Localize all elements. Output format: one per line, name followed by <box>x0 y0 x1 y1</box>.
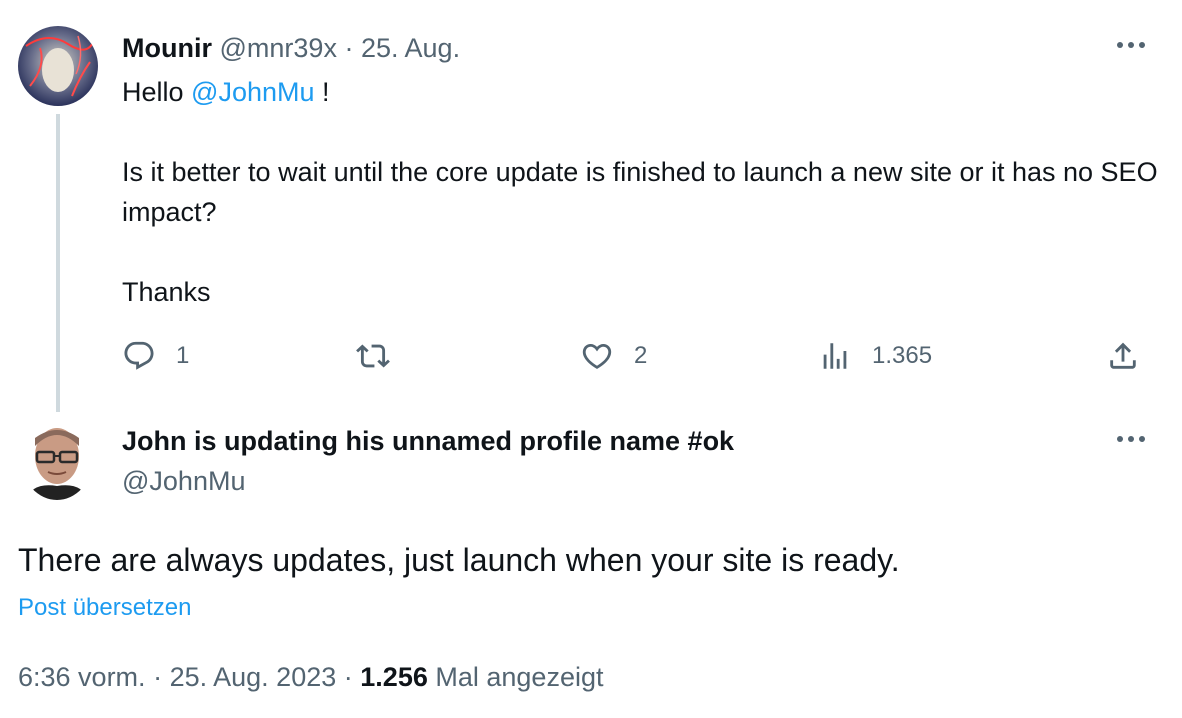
repost-icon <box>356 344 390 368</box>
avatar-mounir[interactable] <box>18 26 98 106</box>
footer-separator-2: · <box>343 662 353 692</box>
heart-icon <box>582 343 612 369</box>
reply-icon <box>124 341 154 370</box>
views-count: 1.365 <box>872 342 933 369</box>
author-handle[interactable]: @mnr39x <box>220 33 337 63</box>
views-button[interactable]: 1.365 <box>818 334 932 378</box>
thread-line <box>56 114 60 412</box>
author-handle-john[interactable]: @JohnMu <box>122 462 245 500</box>
views-total: 1.256 <box>360 662 428 692</box>
tweet-footer: 6:36 vorm. · 25. Aug. 2023 · 1.256 Mal a… <box>18 658 603 696</box>
header-separator: · <box>344 33 354 63</box>
more-options-button-2[interactable] <box>1111 429 1151 449</box>
views-label: Mal angezeigt <box>435 662 604 692</box>
author-name[interactable]: Mounir <box>122 33 212 63</box>
more-icon <box>1117 42 1145 48</box>
translate-link[interactable]: Post übersetzen <box>18 592 191 624</box>
like-button[interactable]: 2 <box>580 334 647 378</box>
tweet-header: Mounir @mnr39x · 25. Aug. <box>122 30 460 66</box>
share-icon <box>1110 342 1136 369</box>
tweet-signoff: Thanks <box>122 277 211 307</box>
avatar-johnmu[interactable] <box>22 422 92 500</box>
repost-button[interactable] <box>356 334 410 378</box>
reply-body: There are always updates, just launch wh… <box>18 542 900 578</box>
tweet-question: Is it better to wait until the core upda… <box>122 157 1158 227</box>
tweet-time[interactable]: 6:36 vorm. <box>18 662 146 692</box>
greeting-suffix: ! <box>314 77 330 107</box>
more-options-button[interactable] <box>1111 35 1151 55</box>
tweet-actions: 1 2 1.365 <box>122 334 1152 378</box>
author-name-john[interactable]: John is updating his unnamed profile nam… <box>122 422 734 460</box>
views-icon <box>823 343 847 369</box>
reply-button[interactable]: 1 <box>122 334 189 378</box>
tweet-date[interactable]: 25. Aug. <box>361 33 460 63</box>
greeting-prefix: Hello <box>122 77 192 107</box>
share-button[interactable] <box>1106 334 1140 378</box>
reply-count: 1 <box>176 342 190 369</box>
more-icon <box>1117 436 1145 442</box>
mention-link[interactable]: @JohnMu <box>191 77 314 107</box>
footer-separator-1: · <box>153 662 163 692</box>
like-count: 2 <box>634 342 648 369</box>
tweet-full-date[interactable]: 25. Aug. 2023 <box>170 662 337 692</box>
tweet-body: Hello @JohnMu ! Is it better to wait unt… <box>122 72 1162 312</box>
